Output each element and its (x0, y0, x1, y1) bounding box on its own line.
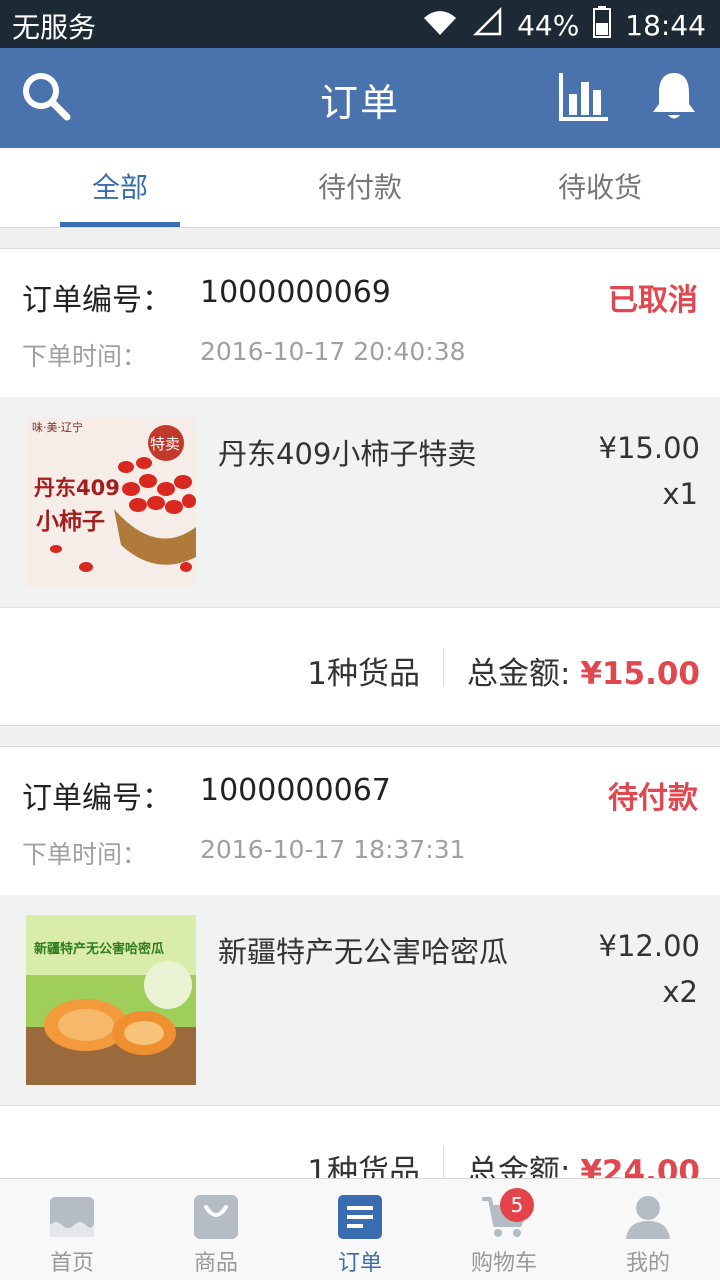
svg-text:味·美·辽宁: 味·美·辽宁 (32, 420, 83, 434)
order-number-label: 订单编号： (22, 283, 172, 318)
order-total: 总金额: ¥15.00 (467, 648, 700, 693)
order-number: 1000000069 (200, 275, 391, 310)
nav-me-label: 我的 (625, 1251, 670, 1276)
footer-divider (443, 1146, 444, 1178)
product-image-tomato: 味·美·辽宁 特卖 丹东409 小柿子 (26, 417, 196, 587)
nav-home[interactable]: 首页 (0, 1179, 144, 1280)
order-item[interactable]: 新疆特产无公害哈密瓜 新疆特产无公害哈密瓜 ¥12.00 x2 (0, 895, 720, 1105)
bag-icon (192, 1193, 240, 1241)
notifications-button[interactable] (646, 70, 702, 126)
carrier-text: 无服务 (12, 11, 97, 44)
order-total: 总金额: ¥24.00 (467, 1146, 700, 1178)
cart-count-badge: 5 (500, 1188, 534, 1222)
home-icon (48, 1193, 96, 1241)
footer-divider (443, 648, 444, 686)
nav-orders-label: 订单 (337, 1251, 382, 1276)
battery-percent: 44% (517, 9, 580, 42)
order-card[interactable]: 订单编号： 1000000069 已取消 下单时间： 2016-10-17 20… (0, 248, 720, 726)
item-type-count: 1种货品 (307, 656, 420, 692)
total-amount: ¥24.00 (580, 1154, 700, 1178)
total-label: 总金额: (467, 1154, 581, 1178)
status-bar: 无服务 44% 18:44 (0, 0, 720, 48)
wifi-icon (421, 7, 459, 44)
battery-icon (593, 6, 612, 45)
user-icon (624, 1193, 672, 1241)
nav-products-label: 商品 (193, 1251, 238, 1276)
order-time-label: 下单时间： (22, 342, 148, 371)
total-amount: ¥15.00 (580, 656, 700, 692)
app-header: 订单 (0, 48, 720, 148)
product-quantity: x1 (662, 477, 698, 511)
item-type-count: 1种货品 (307, 1154, 420, 1178)
tab-pending-receipt[interactable]: 待收货 (480, 148, 720, 227)
order-footer: 1种货品 总金额: ¥15.00 (0, 607, 720, 725)
order-time: 2016-10-17 20:40:38 (200, 337, 466, 366)
statistics-button[interactable] (556, 70, 612, 126)
product-quantity: x2 (662, 975, 698, 1009)
svg-text:新疆特产无公害哈密瓜: 新疆特产无公害哈密瓜 (34, 941, 164, 957)
nav-me[interactable]: 我的 (576, 1179, 720, 1280)
clock-time: 18:44 (625, 9, 706, 42)
svg-text:小柿子: 小柿子 (36, 508, 105, 535)
product-name: 丹东409小柿子特卖 (218, 437, 477, 471)
order-item[interactable]: 味·美·辽宁 特卖 丹东409 小柿子 丹东409小柿子特卖 ¥15.00 x1 (0, 397, 720, 607)
order-number: 1000000067 (200, 773, 391, 808)
product-price: ¥15.00 (598, 431, 700, 465)
product-name: 新疆特产无公害哈密瓜 (218, 935, 509, 969)
order-status: 已取消 (608, 283, 698, 318)
order-header: 订单编号： 1000000067 待付款 下单时间： 2016-10-17 18… (0, 747, 720, 895)
product-price: ¥12.00 (598, 929, 700, 963)
bell-icon (650, 70, 698, 126)
tab-pending-payment[interactable]: 待付款 (240, 148, 480, 227)
order-list-icon (336, 1193, 384, 1241)
bar-chart-icon (558, 70, 610, 126)
signal-icon (473, 6, 503, 44)
order-time-label: 下单时间： (22, 840, 148, 869)
nav-cart-label: 购物车 (470, 1251, 537, 1276)
nav-home-label: 首页 (49, 1251, 94, 1276)
order-filter-tabs: 全部 待付款 待收货 (0, 148, 720, 228)
tab-all[interactable]: 全部 (0, 148, 240, 227)
bottom-navigation: 首页 商品 订单 购物车 我的 (0, 1178, 720, 1280)
product-image-melon: 新疆特产无公害哈密瓜 (26, 915, 196, 1085)
order-header: 订单编号： 1000000069 已取消 下单时间： 2016-10-17 20… (0, 249, 720, 397)
svg-text:特卖: 特卖 (150, 435, 180, 453)
page-title: 订单 (319, 81, 400, 125)
svg-text:丹东409: 丹东409 (34, 476, 120, 500)
order-card[interactable]: 订单编号： 1000000067 待付款 下单时间： 2016-10-17 18… (0, 746, 720, 1178)
total-label: 总金额: (467, 656, 581, 692)
order-number-label: 订单编号： (22, 781, 172, 816)
order-status: 待付款 (608, 781, 698, 816)
order-footer: 1种货品 总金额: ¥24.00 (0, 1105, 720, 1178)
order-list[interactable]: 订单编号： 1000000069 已取消 下单时间： 2016-10-17 20… (0, 228, 720, 1178)
nav-orders[interactable]: 订单 (288, 1179, 432, 1280)
order-time: 2016-10-17 18:37:31 (200, 835, 466, 864)
nav-products[interactable]: 商品 (144, 1179, 288, 1280)
